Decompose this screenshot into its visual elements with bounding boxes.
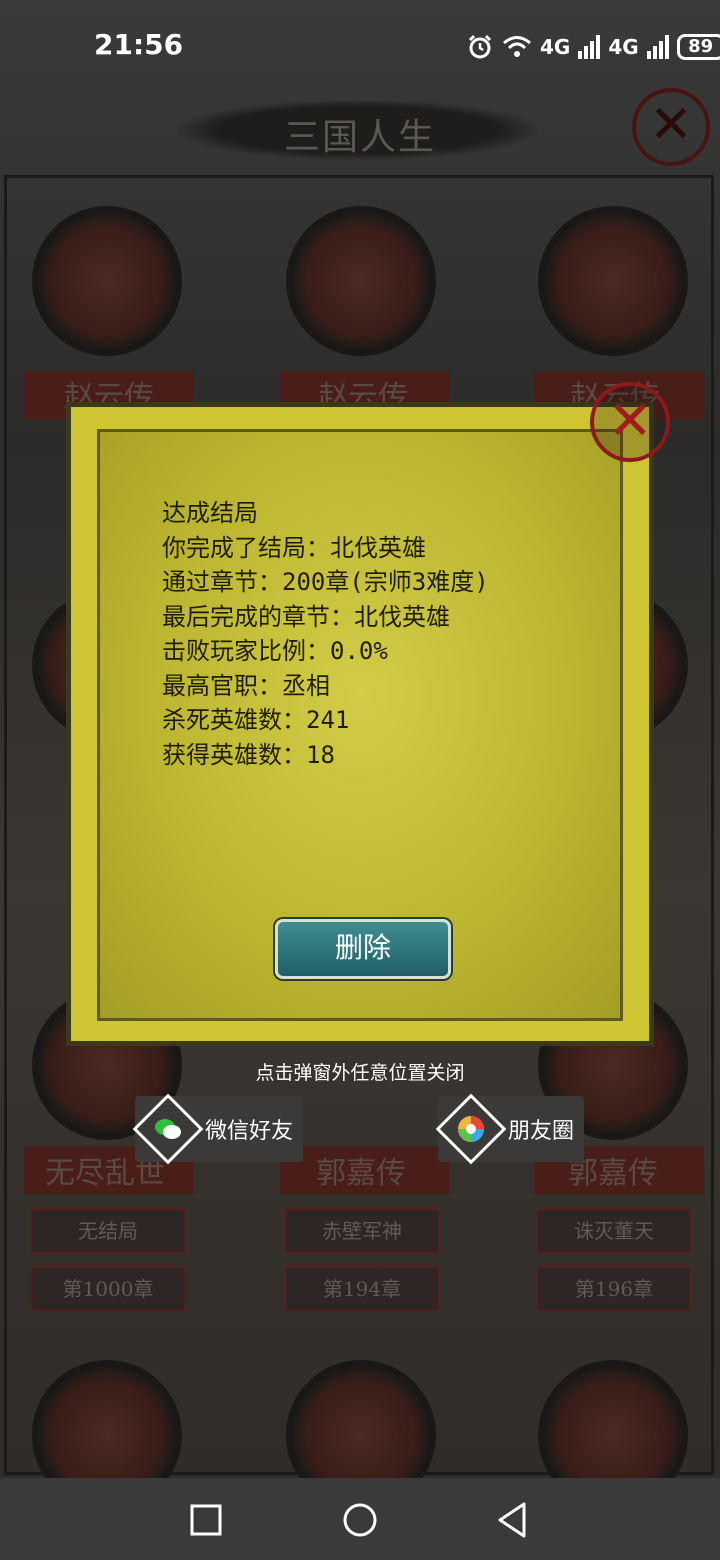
page-title: 三国人生: [283, 117, 436, 158]
card-portrait[interactable]: [32, 206, 182, 356]
card-chapter-tag: 第194章: [284, 1266, 440, 1312]
share-wechat-label: 微信好友: [205, 1119, 294, 1144]
info-line: 你完成了结局：北伐英雄: [162, 533, 426, 562]
wifi-icon: [503, 36, 531, 57]
info-line: 达成结局: [162, 499, 258, 527]
moments-icon: [435, 1093, 507, 1165]
status-time: 21:56: [94, 28, 184, 61]
wechat-icon: [132, 1093, 204, 1165]
card-chapter-tag: 第1000章: [30, 1266, 186, 1312]
signal-icon: [646, 35, 669, 59]
status-icons: 4G 4G 89: [466, 30, 720, 64]
card-ending-tag: 无结局: [30, 1208, 186, 1254]
ending-dialog: 达成结局 你完成了结局：北伐英雄 通过章节：200章(宗师3难度) 最后完成的章…: [66, 402, 654, 1046]
delete-button[interactable]: 删除: [275, 919, 451, 979]
alarm-icon: [468, 34, 492, 59]
share-moments-label: 朋友圈: [508, 1119, 575, 1144]
ending-info: 达成结局 你完成了结局：北伐英雄 通过章节：200章(宗师3难度) 最后完成的章…: [162, 496, 489, 772]
info-line: 通过章节：200章(宗师3难度): [162, 568, 489, 596]
close-dialog-button[interactable]: ✕: [590, 382, 670, 462]
close-hint: 点击弹窗外任意位置关闭: [255, 1062, 465, 1084]
share-wechat-button[interactable]: 微信好友: [132, 1093, 303, 1165]
card-portrait[interactable]: [286, 206, 436, 356]
card-ending-tag: 诛灭董天: [536, 1208, 692, 1254]
recent-apps-icon[interactable]: [184, 1498, 228, 1542]
signal-label-2: 4G: [608, 35, 639, 59]
back-icon[interactable]: [490, 1498, 534, 1542]
system-navigation-bar: [0, 1478, 720, 1560]
share-moments-button[interactable]: 朋友圈: [435, 1093, 584, 1165]
close-page-button[interactable]: ✕: [632, 88, 710, 166]
info-line: 杀死英雄数：241: [162, 706, 350, 734]
signal-icon: [578, 35, 601, 59]
card-ending-tag: 赤壁军神: [284, 1208, 440, 1254]
info-line: 最后完成的章节：北伐英雄: [162, 602, 450, 631]
card-chapter-tag: 第196章: [536, 1266, 692, 1312]
info-line: 获得英雄数：18: [162, 740, 335, 769]
battery-icon: 89: [676, 34, 720, 60]
info-line: 最高官职：丞相: [162, 671, 330, 700]
info-line: 击败玩家比例：0.0%: [162, 637, 388, 665]
signal-label-1: 4G: [540, 35, 571, 59]
home-icon[interactable]: [338, 1498, 382, 1542]
card-portrait[interactable]: [538, 206, 688, 356]
